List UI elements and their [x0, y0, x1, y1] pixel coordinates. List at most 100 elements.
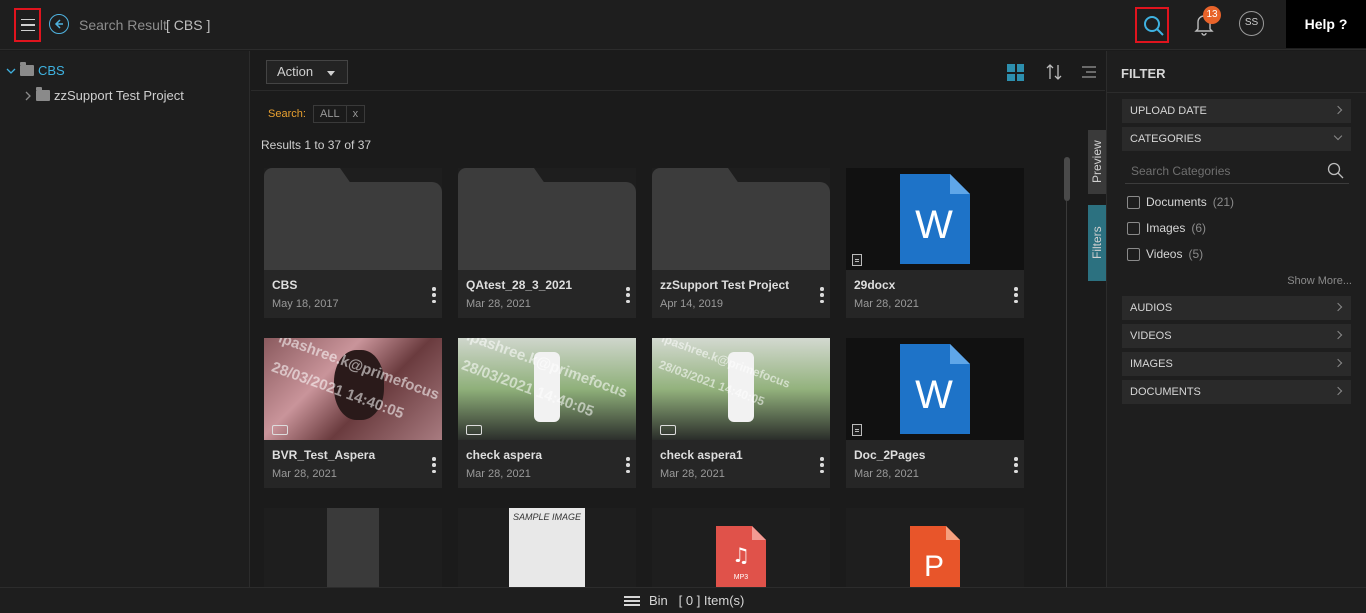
- checkbox[interactable]: [1127, 195, 1140, 209]
- filter-section-documents[interactable]: DOCUMENTS: [1122, 380, 1351, 404]
- asset-name: zzSupport Test Project: [660, 278, 790, 292]
- bin-menu-icon[interactable]: [624, 596, 640, 606]
- mp3-file-icon: ♫ MP3: [716, 526, 766, 587]
- avatar[interactable]: SS: [1239, 11, 1264, 36]
- asset-date: Apr 14, 2019: [660, 298, 723, 310]
- more-options-icon[interactable]: [820, 287, 824, 303]
- checkbox[interactable]: [1127, 247, 1140, 261]
- filter-section-upload-date[interactable]: UPLOAD DATE: [1122, 99, 1351, 123]
- audio-thumbnail: ♫ MP3: [652, 508, 830, 587]
- category-label: Documents: [1146, 195, 1207, 209]
- chevron-down-icon: [6, 68, 16, 74]
- filter-section-videos[interactable]: VIDEOS: [1122, 324, 1351, 348]
- filter-section-categories[interactable]: CATEGORIES: [1122, 127, 1351, 151]
- asset-date: Mar 28, 2021: [854, 468, 919, 480]
- powerpoint-file-icon: P: [910, 526, 960, 587]
- asset-card[interactable]: ipashree.k@primefocus 28/03/2021 14:40:0…: [652, 338, 830, 488]
- asset-card[interactable]: QAtest_28_3_2021 Mar 28, 2021: [458, 168, 636, 318]
- image-preview: SAMPLE IMAGE: [509, 508, 585, 587]
- powerpoint-thumbnail: P: [846, 508, 1024, 587]
- category-checkbox-documents[interactable]: Documents (21): [1127, 195, 1234, 209]
- filter-section-audios[interactable]: AUDIOS: [1122, 296, 1351, 320]
- asset-card[interactable]: ipashree.k@primefocus 28/03/2021 14:40:0…: [264, 338, 442, 488]
- asset-card[interactable]: P: [846, 508, 1024, 587]
- video-type-icon: [466, 425, 482, 435]
- menu-icon[interactable]: [14, 8, 41, 42]
- image-thumbnail: [264, 508, 442, 587]
- more-options-icon[interactable]: [820, 457, 824, 473]
- document-type-icon: [852, 424, 862, 436]
- category-search-input[interactable]: Search Categories: [1125, 158, 1349, 184]
- more-options-icon[interactable]: [1014, 287, 1018, 303]
- asset-name: CBS: [272, 278, 298, 292]
- asset-date: Mar 28, 2021: [854, 298, 919, 310]
- tree-item-label: CBS: [38, 63, 65, 78]
- category-count: (21): [1212, 195, 1235, 209]
- asset-card[interactable]: ipashree.k@primefocus 28/03/2021 14:40:0…: [458, 338, 636, 488]
- tab-filters[interactable]: Filters: [1088, 205, 1106, 281]
- list-view-icon[interactable]: [1081, 65, 1097, 79]
- more-options-icon[interactable]: [1014, 457, 1018, 473]
- asset-date: Mar 28, 2021: [660, 468, 725, 480]
- more-options-icon[interactable]: [626, 457, 630, 473]
- more-options-icon[interactable]: [626, 287, 630, 303]
- results-panel: Action Search: ALL x Results 1 to 37 of …: [251, 51, 1106, 587]
- powerpoint-letter: P: [924, 550, 944, 583]
- word-document-icon: W: [900, 174, 970, 264]
- back-arrow-icon[interactable]: [49, 14, 69, 34]
- asset-card[interactable]: zzSupport Test Project Apr 14, 2019: [652, 168, 830, 318]
- more-options-icon[interactable]: [432, 457, 436, 473]
- tree-item-cbs[interactable]: CBS: [6, 62, 65, 78]
- search-filter-chip: ALL x: [313, 105, 366, 123]
- category-checkbox-images[interactable]: Images (6): [1127, 221, 1206, 235]
- asset-card[interactable]: SAMPLE IMAGE: [458, 508, 636, 587]
- checkbox[interactable]: [1127, 221, 1140, 235]
- folder-thumbnail: [652, 168, 830, 270]
- asset-name: check aspera1: [660, 448, 743, 462]
- category-search-placeholder: Search Categories: [1131, 164, 1231, 178]
- show-more-link[interactable]: Show More...: [1287, 275, 1352, 287]
- folder-thumbnail: [264, 168, 442, 270]
- search-icon: [1144, 16, 1164, 36]
- tree-item-zzsupport[interactable]: zzSupport Test Project: [24, 87, 184, 103]
- mp3-label: MP3: [734, 574, 749, 581]
- grid-view-icon[interactable]: [1007, 64, 1024, 81]
- folder-tree-panel: CBS zzSupport Test Project: [0, 51, 250, 587]
- asset-thumbnail: W: [846, 168, 1024, 270]
- video-thumbnail: ipashree.k@primefocus 28/03/2021 14:40:0…: [652, 338, 830, 440]
- category-count: (5): [1188, 247, 1204, 261]
- more-options-icon[interactable]: [432, 287, 436, 303]
- chevron-right-icon: [25, 91, 31, 100]
- asset-thumbnail: W: [846, 338, 1024, 440]
- results-scrollbar[interactable]: [1064, 157, 1070, 201]
- document-type-icon: [852, 254, 862, 266]
- asset-card[interactable]: [264, 508, 442, 587]
- asset-card[interactable]: ♫ MP3: [652, 508, 830, 587]
- bin-status: Bin [ 0 ] Item(s): [649, 593, 744, 608]
- asset-card[interactable]: W Doc_2Pages Mar 28, 2021: [846, 338, 1024, 488]
- chip-clear-button[interactable]: x: [345, 106, 365, 122]
- breadcrumb-context: [ CBS ]: [166, 17, 211, 33]
- asset-name: QAtest_28_3_2021: [466, 278, 573, 292]
- asset-card[interactable]: CBS May 18, 2017: [264, 168, 442, 318]
- asset-card[interactable]: W 29docx Mar 28, 2021: [846, 168, 1024, 318]
- bin-bar[interactable]: Bin [ 0 ] Item(s): [0, 587, 1366, 613]
- asset-date: May 18, 2017: [272, 298, 339, 310]
- bin-label: Bin: [649, 593, 668, 608]
- bin-count: [ 0 ] Item(s): [678, 593, 745, 608]
- category-count: (6): [1191, 221, 1207, 235]
- sort-icon[interactable]: [1045, 63, 1063, 81]
- folder-icon: [20, 62, 34, 76]
- action-dropdown[interactable]: Action: [266, 60, 348, 84]
- tab-preview[interactable]: Preview: [1088, 130, 1106, 194]
- tree-item-label: zzSupport Test Project: [54, 88, 184, 103]
- video-type-icon: [272, 425, 288, 435]
- category-checkbox-videos[interactable]: Videos (5): [1127, 247, 1203, 261]
- video-thumbnail: ipashree.k@primefocus 28/03/2021 14:40:0…: [264, 338, 442, 440]
- video-thumbnail: ipashree.k@primefocus 28/03/2021 14:40:0…: [458, 338, 636, 440]
- results-toolbar: Action: [251, 51, 1105, 91]
- search-button[interactable]: [1135, 7, 1169, 43]
- help-button[interactable]: Help ?: [1286, 0, 1366, 48]
- filter-section-images[interactable]: IMAGES: [1122, 352, 1351, 376]
- asset-name: BVR_Test_Aspera: [272, 448, 376, 462]
